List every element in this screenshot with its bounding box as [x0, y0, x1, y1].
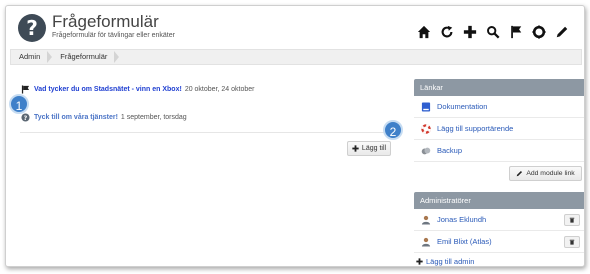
- breadcrumb: Admin Frågeformulär: [10, 49, 582, 65]
- page-subtitle: Frågeformulär för tävlingar eller enkäte…: [52, 32, 175, 39]
- admin-item: Jonas Eklundh: [414, 209, 584, 231]
- admin-name[interactable]: Jonas Eklundh: [437, 215, 486, 224]
- poll-dates: 1 september, torsdag: [120, 113, 187, 121]
- admins-panel: Administratörer Jonas Eklundh Emil Blixt…: [414, 192, 584, 266]
- delete-admin-button[interactable]: [564, 214, 580, 226]
- app-window: ? Frågeformulär Frågeformulär för tävlin…: [5, 5, 585, 267]
- poll-dates: 20 oktober, 24 oktober: [184, 85, 255, 93]
- toolbar: [416, 24, 570, 40]
- svg-text:?: ?: [23, 115, 27, 122]
- user-icon: [420, 236, 431, 247]
- poll-title-link[interactable]: Tyck till om våra tjänster!: [34, 114, 118, 121]
- lifebuoy-icon: [420, 123, 431, 134]
- trash-icon: [569, 239, 575, 245]
- admin-item: Emil Blixt (Atlas): [414, 231, 584, 253]
- trash-icon: [569, 217, 575, 223]
- poll-list: Vad tycker du om Stadsnätet - vinn en Xb…: [20, 82, 400, 133]
- add-poll-label: Lägg till: [361, 145, 387, 152]
- question-logo-icon: ?: [18, 14, 46, 42]
- plus-icon: [352, 145, 359, 152]
- add-admin-row[interactable]: Lägg till admin: [414, 255, 584, 266]
- links-panel: Länkar Dokumentation Lägg till supportär…: [414, 79, 584, 184]
- add-poll-button[interactable]: Lägg till: [347, 141, 391, 156]
- flag-icon[interactable]: [508, 24, 524, 40]
- add-module-row: Add module link: [414, 162, 584, 184]
- step-badge-2: 2: [383, 120, 403, 140]
- user-icon: [420, 214, 431, 225]
- lifebuoy-icon[interactable]: [531, 24, 547, 40]
- breadcrumb-admin[interactable]: Admin: [11, 49, 53, 65]
- home-icon[interactable]: [416, 24, 432, 40]
- list-item: ? Tyck till om våra tjänster! 1 septembe…: [20, 110, 400, 124]
- link-item[interactable]: Dokumentation: [414, 96, 584, 118]
- breadcrumb-current[interactable]: Frågeformulär: [52, 49, 120, 65]
- step-badge-1: 1: [9, 94, 29, 114]
- delete-admin-button[interactable]: [564, 236, 580, 248]
- plus-icon[interactable]: [462, 24, 478, 40]
- list-item: Vad tycker du om Stadsnätet - vinn en Xb…: [20, 82, 400, 96]
- link-item[interactable]: Lägg till supportärende: [414, 118, 584, 140]
- flag-icon: [20, 84, 30, 94]
- pencil-icon: [517, 170, 523, 177]
- add-module-link-label: Add module link: [526, 170, 575, 177]
- refresh-icon[interactable]: [439, 24, 455, 40]
- admins-panel-title: Administratörer: [414, 192, 584, 209]
- link-backup[interactable]: Backup: [437, 146, 462, 155]
- add-admin-link[interactable]: Lägg till admin: [426, 257, 474, 266]
- book-icon: [420, 101, 431, 112]
- links-panel-title: Länkar: [414, 79, 584, 96]
- backup-icon: [420, 145, 431, 156]
- search-icon[interactable]: [485, 24, 501, 40]
- poll-title-link[interactable]: Vad tycker du om Stadsnätet - vinn en Xb…: [34, 86, 182, 93]
- pencil-icon[interactable]: [554, 24, 570, 40]
- add-module-link-button[interactable]: Add module link: [509, 166, 582, 181]
- plus-icon: [416, 257, 423, 265]
- admin-name[interactable]: Emil Blixt (Atlas): [437, 237, 492, 246]
- link-add-support-ticket[interactable]: Lägg till supportärende: [437, 124, 513, 133]
- link-item[interactable]: Backup: [414, 140, 584, 162]
- header: ? Frågeformulär Frågeformulär för tävlin…: [6, 6, 584, 46]
- link-documentation[interactable]: Dokumentation: [437, 102, 487, 111]
- divider: [20, 132, 400, 133]
- page-title: Frågeformulär: [52, 12, 159, 31]
